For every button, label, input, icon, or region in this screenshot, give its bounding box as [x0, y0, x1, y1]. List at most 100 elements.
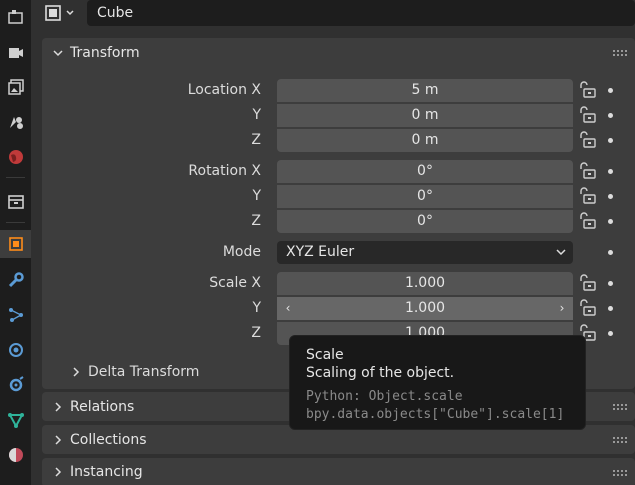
tooltip-python-data-path: bpy.data.objects["Cube"].scale[1]: [306, 407, 565, 422]
panel-title: Relations: [70, 398, 135, 415]
panel-title: Collections: [70, 431, 147, 448]
rotation-mode-dropdown[interactable]: XYZ Euler: [277, 241, 573, 264]
keyframe-dot-icon[interactable]: [608, 281, 613, 286]
lock-icon[interactable]: [577, 106, 597, 124]
increment-arrow-icon[interactable]: ›: [553, 297, 571, 320]
subpanel-title: Delta Transform: [88, 364, 200, 380]
tooltip-description: Scaling of the object.: [306, 365, 455, 381]
object-name-field[interactable]: Cube: [87, 0, 635, 26]
keyframe-dot-icon[interactable]: [608, 331, 613, 336]
object-type-dropdown[interactable]: [44, 2, 80, 24]
location-z-field[interactable]: 0 m: [277, 129, 573, 152]
panel-title: Instancing: [70, 463, 143, 480]
chevron-right-icon: [55, 434, 62, 445]
instancing-panel-header[interactable]: Instancing: [42, 458, 635, 485]
world-tab[interactable]: [3, 143, 28, 171]
keyframe-dot-icon[interactable]: [608, 113, 613, 118]
scale-tooltip: Scale Scaling of the object. Python: Obj…: [289, 335, 586, 430]
material-icon: [8, 448, 23, 462]
keyframe-dot-icon[interactable]: [608, 306, 613, 311]
output-icon: [7, 79, 24, 95]
instancing-panel[interactable]: Instancing: [42, 458, 635, 485]
keyframe-dot-icon[interactable]: [608, 219, 613, 224]
material-tab[interactable]: [3, 441, 28, 469]
tool-tab[interactable]: [3, 4, 28, 32]
rotation-x-label: Rotation X: [188, 163, 261, 179]
chevron-right-icon: [55, 466, 62, 477]
lock-icon[interactable]: [577, 131, 597, 149]
rotation-z-label: Z: [251, 213, 261, 229]
lock-icon[interactable]: [577, 187, 597, 205]
render-icon: [8, 48, 23, 58]
keyframe-dot-icon[interactable]: [608, 194, 613, 199]
chevron-down-icon: [66, 10, 74, 16]
rotation-mode-value: XYZ Euler: [286, 244, 355, 260]
scale-x-label: Scale X: [209, 275, 261, 291]
mode-label: Mode: [222, 244, 261, 260]
chevron-down-icon: [556, 249, 566, 256]
rotation-y-field[interactable]: 0°: [277, 185, 573, 208]
physics-icon: [8, 343, 23, 357]
scale-y-value: 1.000: [404, 300, 446, 316]
keyframe-dot-icon[interactable]: [608, 138, 613, 143]
tooltip-title: Scale: [306, 347, 344, 363]
scale-y-row: Y ‹ 1.000 ›: [42, 297, 635, 320]
rotation-mode-row: Mode XYZ Euler: [42, 241, 635, 264]
location-x-field[interactable]: 5 m: [277, 79, 573, 102]
physics-tab[interactable]: [3, 336, 28, 364]
location-y-row: Y 0 m: [42, 104, 635, 127]
panel-title: Transform: [70, 45, 140, 61]
drag-handle-icon[interactable]: [613, 470, 627, 476]
decrement-arrow-icon[interactable]: ‹: [279, 297, 297, 320]
rotation-x-field[interactable]: 0°: [277, 160, 573, 183]
rotation-y-label: Y: [252, 188, 261, 204]
scale-y-field[interactable]: ‹ 1.000 ›: [277, 297, 573, 320]
lock-icon[interactable]: [577, 274, 597, 292]
modifier-icon: [8, 272, 24, 288]
rotation-z-field[interactable]: 0°: [277, 210, 573, 233]
keyframe-dot-icon[interactable]: [608, 88, 613, 93]
view-layer-icon: [9, 117, 23, 129]
tool-icon: [7, 10, 23, 24]
data-icon: [7, 413, 24, 429]
render-tab[interactable]: [3, 38, 28, 66]
constraints-tab[interactable]: [3, 371, 28, 399]
location-z-label: Z: [251, 132, 261, 148]
location-y-label: Y: [252, 107, 261, 123]
drag-handle-icon[interactable]: [613, 50, 627, 56]
scale-x-field[interactable]: 1.000: [277, 272, 573, 295]
chevron-right-icon: [55, 401, 62, 412]
delta-transform-subpanel-header[interactable]: Delta Transform: [70, 361, 199, 383]
keyframe-dot-icon[interactable]: [608, 169, 613, 174]
collection-icon: [7, 195, 24, 209]
lock-icon[interactable]: [577, 162, 597, 180]
tooltip-python-path: Python: Object.scale: [306, 389, 463, 404]
object-icon: [45, 5, 61, 21]
scale-y-label: Y: [252, 300, 261, 316]
location-y-field[interactable]: 0 m: [277, 104, 573, 127]
lock-icon[interactable]: [577, 299, 597, 317]
chevron-right-icon: [73, 367, 80, 377]
location-x-label: Location X: [187, 82, 261, 98]
transform-panel-header[interactable]: Transform: [42, 38, 635, 68]
properties-tab-bar: [0, 0, 31, 485]
particles-icon: [8, 308, 23, 322]
particles-tab[interactable]: [3, 301, 28, 329]
object-tab[interactable]: [0, 230, 31, 258]
location-z-row: Z 0 m: [42, 129, 635, 152]
scale-z-label: Z: [251, 325, 261, 341]
data-tab[interactable]: [3, 406, 28, 434]
drag-handle-icon[interactable]: [613, 404, 627, 410]
modifier-tab[interactable]: [3, 266, 28, 294]
rotation-y-row: Y 0°: [42, 185, 635, 208]
rotation-x-row: Rotation X 0°: [42, 160, 635, 183]
drag-handle-icon[interactable]: [613, 437, 627, 443]
location-x-row: Location X 5 m: [42, 79, 635, 102]
view-layer-tab[interactable]: [3, 108, 28, 136]
collection-tab[interactable]: [3, 188, 28, 216]
lock-icon[interactable]: [577, 81, 597, 99]
lock-icon[interactable]: [577, 212, 597, 230]
keyframe-dot-icon[interactable]: [608, 250, 613, 255]
properties-header: Cube: [40, 0, 635, 26]
output-tab[interactable]: [3, 73, 28, 101]
